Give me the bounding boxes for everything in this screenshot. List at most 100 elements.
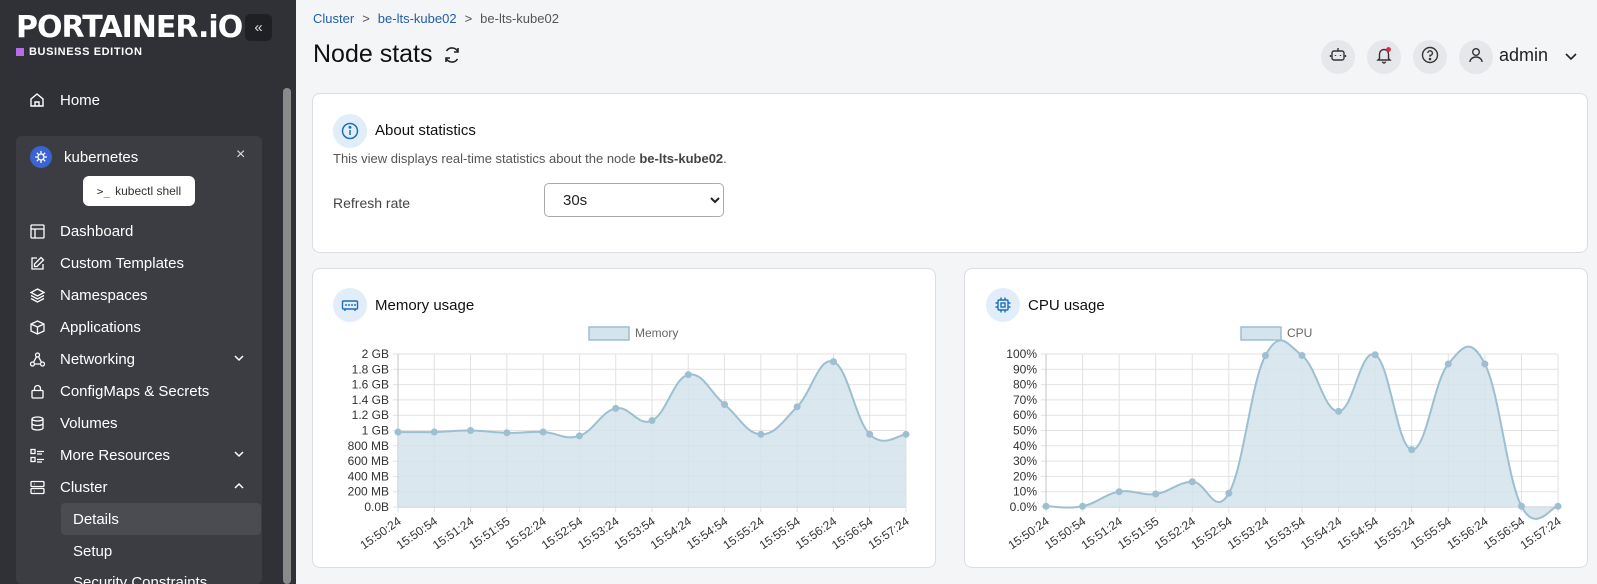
breadcrumb-cluster-link[interactable]: Cluster — [313, 11, 354, 26]
refresh-icon[interactable] — [443, 46, 461, 64]
data-point[interactable] — [612, 404, 620, 412]
data-point[interactable] — [793, 403, 801, 411]
sidebar-item-home[interactable]: Home — [16, 85, 260, 115]
sidebar-item-more-resources[interactable]: More Resources — [16, 440, 260, 470]
data-point[interactable] — [539, 428, 547, 436]
y-tick-label: 20% — [1013, 469, 1037, 483]
x-tick-label: 15:57:24 — [865, 514, 912, 552]
brand-name: PORTAINER.iO — [16, 10, 243, 45]
legend-swatch[interactable] — [588, 326, 630, 341]
data-point[interactable] — [430, 428, 438, 436]
y-tick-label: 200 MB — [348, 485, 389, 499]
y-tick-label: 40% — [1013, 439, 1037, 453]
user-avatar[interactable] — [1459, 40, 1493, 74]
data-point[interactable] — [1444, 360, 1452, 368]
data-point[interactable] — [575, 432, 583, 440]
data-point[interactable] — [1335, 407, 1343, 415]
sidebar-item-namespaces[interactable]: Namespaces — [16, 280, 260, 310]
data-point[interactable] — [721, 400, 729, 408]
y-tick-label: 800 MB — [348, 439, 389, 453]
data-point[interactable] — [902, 430, 910, 438]
kubectl-shell-button[interactable]: >_ kubectl shell — [83, 176, 195, 206]
list-icon — [28, 446, 46, 464]
help-button[interactable] — [1413, 40, 1447, 74]
page-title: Node stats — [313, 40, 461, 69]
chevron-down-icon[interactable] — [232, 447, 246, 465]
data-point[interactable] — [684, 371, 692, 379]
sidebar-item-dashboard[interactable]: Dashboard — [16, 216, 260, 246]
sidebar-item-applications[interactable]: Applications — [16, 312, 260, 342]
sidebar-item-label: Cluster — [60, 478, 108, 496]
environment-header: kubernetes — [16, 141, 262, 173]
legend-swatch[interactable] — [1240, 326, 1282, 341]
info-icon — [333, 114, 367, 148]
data-point[interactable] — [1079, 502, 1087, 510]
sidebar-item-label: Networking — [60, 350, 136, 368]
sidebar-item-cluster[interactable]: Cluster — [16, 472, 260, 502]
data-point[interactable] — [1298, 352, 1306, 360]
y-tick-label: 1.8 GB — [352, 362, 389, 376]
y-tick-label: 1.2 GB — [352, 408, 389, 422]
y-tick-label: 2 GB — [362, 347, 389, 361]
database-icon — [28, 414, 46, 432]
cpu-icon — [986, 288, 1020, 322]
y-tick-label: 1 GB — [362, 424, 389, 438]
data-point[interactable] — [757, 430, 765, 438]
data-point[interactable] — [829, 358, 837, 366]
memory-usage-title: Memory usage — [375, 297, 475, 314]
collapse-sidebar-button[interactable]: « — [245, 14, 272, 41]
data-point[interactable] — [1225, 489, 1233, 497]
data-point[interactable] — [866, 430, 874, 438]
kubernetes-icon — [30, 146, 52, 168]
brand-edition: BUSINESS EDITION — [16, 46, 242, 58]
sidebar-subitem-details[interactable]: Details — [61, 503, 261, 535]
data-point[interactable] — [1188, 478, 1196, 486]
sidebar-scrollbar-thumb[interactable] — [283, 88, 291, 584]
about-statistics-description: This view displays real-time statistics … — [333, 151, 727, 166]
data-point[interactable] — [648, 417, 656, 425]
sidebar-item-volumes[interactable]: Volumes — [16, 408, 260, 438]
layers-icon — [28, 286, 46, 304]
y-tick-label: 1.4 GB — [352, 393, 389, 407]
data-point[interactable] — [1261, 352, 1269, 360]
refresh-rate-select[interactable]: 30s — [544, 183, 724, 217]
data-point[interactable] — [1371, 351, 1379, 359]
close-environment-button[interactable]: × — [236, 146, 245, 164]
sidebar-item-configmaps-secrets[interactable]: ConfigMaps & Secrets — [16, 376, 260, 406]
data-point[interactable] — [1042, 502, 1050, 510]
refresh-rate-label: Refresh rate — [333, 195, 411, 211]
sidebar-item-custom-templates[interactable]: Custom Templates — [16, 248, 260, 278]
user-name[interactable]: admin — [1499, 45, 1548, 66]
data-point[interactable] — [1152, 490, 1160, 498]
data-point[interactable] — [467, 427, 475, 434]
data-point[interactable] — [394, 428, 402, 436]
sidebar-item-networking[interactable]: Networking — [16, 344, 260, 374]
data-point[interactable] — [1481, 360, 1489, 368]
y-tick-label: 1.6 GB — [352, 378, 389, 392]
sidebar-subitem-security-constraints[interactable]: Security Constraints — [61, 566, 261, 584]
data-point[interactable] — [503, 429, 511, 437]
sidebar-item-label: ConfigMaps & Secrets — [60, 382, 210, 400]
node-name: be-lts-kube02 — [639, 151, 724, 166]
box-icon — [28, 318, 46, 336]
breadcrumb-current: be-lts-kube02 — [480, 11, 559, 26]
y-tick-label: 70% — [1013, 393, 1037, 407]
chevron-up-icon[interactable] — [232, 479, 246, 497]
breadcrumb: Cluster > be-lts-kube02 > be-lts-kube02 — [313, 11, 559, 26]
memory-chart: Memory 0.0B200 MB 400 MB600 MB800 MB1 GB 1.… — [348, 326, 912, 552]
ai-assistant-button[interactable] — [1321, 40, 1355, 74]
sidebar-subitem-setup[interactable]: Setup — [61, 535, 261, 567]
cpu-usage-title: CPU usage — [1028, 297, 1105, 314]
home-icon — [28, 91, 46, 109]
terminal-icon: >_ — [96, 184, 111, 198]
portainer-logo[interactable]: PORTAINER.iO BUSINESS EDITION — [16, 10, 243, 58]
chevron-down-icon[interactable] — [1563, 48, 1579, 69]
data-point[interactable] — [1517, 502, 1525, 510]
y-tick-label: 0.0% — [1010, 500, 1038, 514]
data-point[interactable] — [1408, 446, 1416, 454]
data-point[interactable] — [1554, 502, 1562, 510]
chevron-down-icon[interactable] — [232, 351, 246, 369]
data-point[interactable] — [1115, 488, 1123, 496]
breadcrumb-node-link[interactable]: be-lts-kube02 — [378, 11, 457, 26]
notifications-button[interactable] — [1367, 40, 1401, 74]
